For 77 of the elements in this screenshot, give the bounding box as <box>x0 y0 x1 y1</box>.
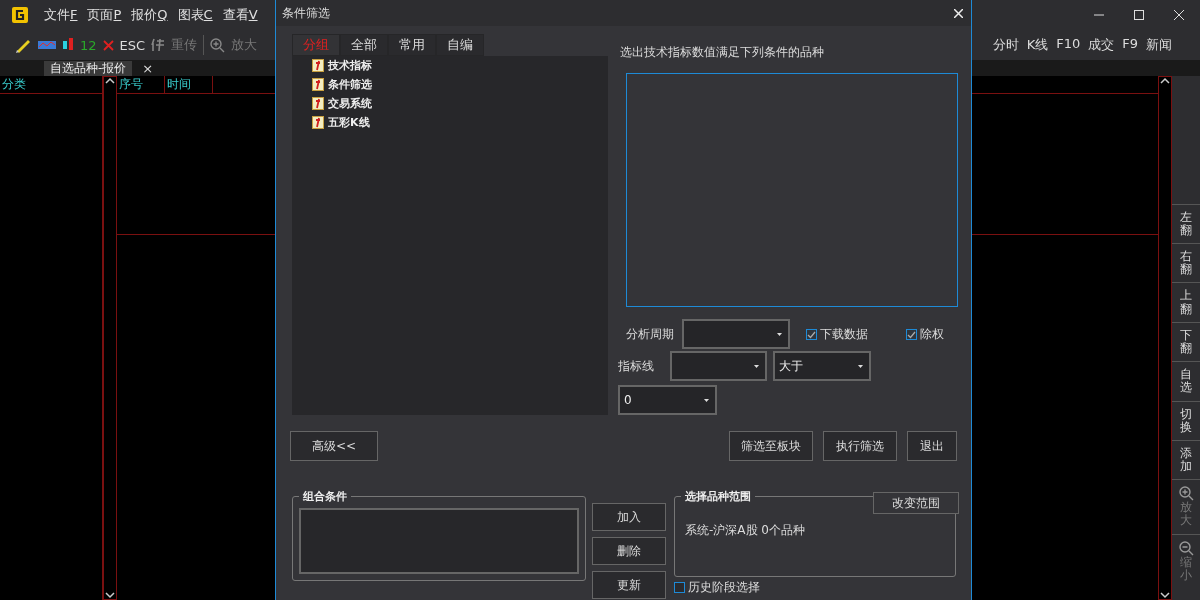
quick-link[interactable]: 成交 <box>1088 36 1115 54</box>
formula-icon <box>312 116 324 129</box>
count-label[interactable]: 12 <box>80 37 97 53</box>
dialog-tab[interactable]: 常用 <box>388 34 436 56</box>
compare-select[interactable]: 大于 <box>773 351 871 381</box>
menu-item[interactable]: 文件F <box>44 6 78 24</box>
combo-list[interactable] <box>299 508 579 574</box>
app-logo <box>12 7 28 23</box>
chart-icon[interactable] <box>38 39 56 51</box>
dialog-tab[interactable]: 全部 <box>340 34 388 56</box>
prompt-text: 选出技术指标数值满足下列条件的品种 <box>619 44 825 61</box>
action-button[interactable]: 执行筛选 <box>823 431 897 461</box>
side-button[interactable]: 左翻 <box>1172 203 1200 243</box>
scroll-down-icon[interactable] <box>105 591 115 599</box>
sheet-tab[interactable]: 自选品种-报价 <box>44 60 133 76</box>
download-checkbox[interactable]: 下载数据 <box>806 325 868 343</box>
esc-label[interactable]: ESC <box>119 37 146 53</box>
indicator-line-select[interactable] <box>670 351 767 381</box>
side-button[interactable]: 添加 <box>1172 439 1200 480</box>
action-button[interactable]: 退出 <box>907 431 957 461</box>
menu-item[interactable]: 报价Q <box>131 6 168 24</box>
combo-button[interactable]: 更新 <box>592 571 666 599</box>
history-checkbox[interactable]: 历史阶段选择 <box>674 579 956 596</box>
tree-item[interactable]: 条件筛选 <box>328 77 372 92</box>
advanced-button[interactable]: 高级<< <box>290 431 378 461</box>
exright-checkbox[interactable]: 除权 <box>906 325 944 343</box>
candlestick-icon[interactable] <box>62 37 74 53</box>
quick-link[interactable]: 新闻 <box>1146 36 1172 54</box>
indicator-line-label: 指标线 <box>618 357 654 375</box>
zoom-in-icon <box>1178 486 1194 502</box>
side-button[interactable]: 自选 <box>1172 361 1200 401</box>
side-button[interactable]: 上翻 <box>1172 282 1200 322</box>
zoom-in-icon <box>210 37 226 53</box>
resend-icon[interactable] <box>151 38 166 52</box>
column-header: 序号 <box>117 76 165 93</box>
quick-link[interactable]: 分时 <box>992 36 1019 54</box>
dropdown-caret-icon <box>704 398 709 402</box>
tree-item[interactable]: 五彩K线 <box>328 115 370 130</box>
group-title: 组合条件 <box>302 489 348 504</box>
quick-link[interactable]: F9 <box>1122 36 1138 54</box>
scroll-up-icon[interactable] <box>1160 77 1170 85</box>
side-button[interactable]: 切换 <box>1172 400 1200 440</box>
checkmark-icon <box>907 329 916 339</box>
period-select[interactable] <box>682 319 790 349</box>
formula-icon <box>312 97 324 110</box>
dropdown-caret-icon <box>858 364 863 368</box>
quick-link[interactable]: F10 <box>1056 36 1081 54</box>
combo-button[interactable]: 加入 <box>592 503 666 531</box>
column-header: 时间 <box>165 76 213 93</box>
scroll-up-icon[interactable] <box>105 77 115 85</box>
group-title: 选择品种范围 <box>684 489 752 504</box>
quick-link[interactable]: K线 <box>1026 36 1049 54</box>
scroll-down-icon[interactable] <box>1160 591 1170 599</box>
formula-icon <box>312 59 324 72</box>
dropdown-caret-icon <box>754 364 759 368</box>
dialog-tab[interactable]: 自编 <box>436 34 484 56</box>
dropdown-caret-icon <box>777 332 782 336</box>
menu-item[interactable]: 页面P <box>87 6 122 24</box>
menu-item[interactable]: 图表C <box>177 6 213 24</box>
checkmark-icon <box>807 329 816 339</box>
combo-button[interactable]: 删除 <box>592 537 666 565</box>
tab-close-button[interactable]: × <box>142 60 154 76</box>
scope-text: 系统-沪深A股 0个品种 <box>684 522 806 539</box>
action-button[interactable]: 筛选至板块 <box>729 431 813 461</box>
menu-item[interactable]: 查看V <box>222 6 258 24</box>
period-label: 分析周期 <box>626 325 674 343</box>
zoom-out-icon <box>1178 540 1194 556</box>
maximize-icon[interactable] <box>1134 10 1144 20</box>
dialog-title: 条件筛选 <box>282 4 330 22</box>
threshold-select[interactable]: 0 <box>618 385 717 415</box>
change-scope-button[interactable]: 改变范围 <box>873 492 959 514</box>
tree-item[interactable]: 技术指标 <box>328 58 372 73</box>
side-button[interactable]: 下翻 <box>1172 321 1200 362</box>
formula-icon <box>312 78 324 91</box>
side-button[interactable]: 右翻 <box>1172 243 1200 283</box>
column-header: 分类 <box>1 76 26 93</box>
tree-item[interactable]: 交易系统 <box>328 96 372 111</box>
